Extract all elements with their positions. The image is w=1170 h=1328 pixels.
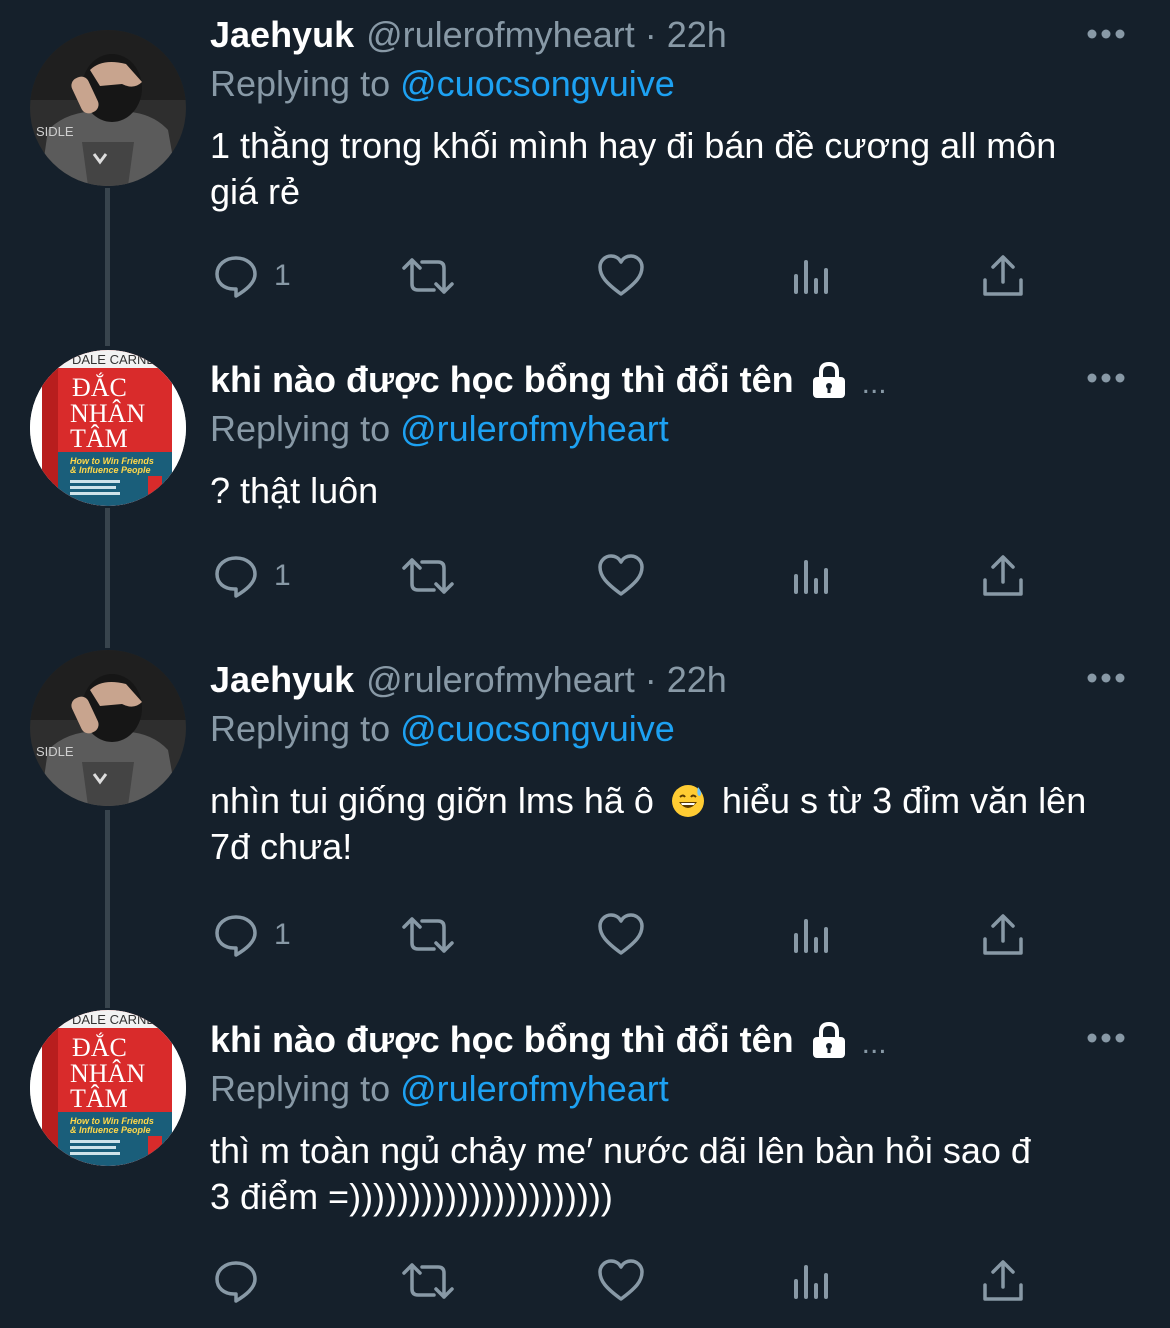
tweet-text-line: thì m toàn ngủ chảy me′ nước dãi lên bàn… (210, 1130, 1031, 1171)
heart-icon (598, 1259, 644, 1301)
truncation-ellipsis: ... (861, 1027, 887, 1060)
tweet-text: thì m toàn ngủ chảy me′ nước dãi lên bàn… (210, 1128, 1140, 1220)
avatar[interactable]: DALE CARNEGIE ĐẮC NHÂN TÂM How to Win Fr… (30, 1010, 186, 1166)
share-icon (983, 1260, 1023, 1301)
replying-to-label: Replying to (210, 1068, 391, 1109)
reply-icon (215, 1261, 257, 1303)
action-bar (212, 1255, 1042, 1307)
display-name[interactable]: khi nào được học bổng thì đổi tên (210, 1019, 794, 1061)
retweet-icon (402, 1263, 454, 1299)
analytics-icon (794, 1265, 828, 1299)
analytics-button[interactable] (790, 1255, 834, 1307)
tweet-text-line: 3 điểm =)))))))))))))))))))))) (210, 1176, 613, 1217)
book-title-line: TÂM (70, 1084, 128, 1113)
book-subtitle: & Influence People (70, 1125, 151, 1135)
reply-button[interactable] (212, 1255, 274, 1307)
share-button[interactable] (980, 1255, 1026, 1307)
like-button[interactable] (596, 1255, 646, 1307)
mention-link[interactable]: @rulerofmyheart (400, 1068, 669, 1109)
retweet-button[interactable] (398, 1255, 458, 1307)
more-options-icon[interactable] (1080, 1028, 1132, 1048)
tweet[interactable]: DALE CARNEGIE ĐẮC NHÂN TÂM How to Win Fr… (0, 0, 1170, 1328)
tweet-header: khi nào được học bổng thì đổi tên ... (210, 1015, 887, 1065)
book-cover-avatar-icon: DALE CARNEGIE ĐẮC NHÂN TÂM How to Win Fr… (30, 1010, 186, 1166)
book-title-line: ĐẮC (72, 1033, 127, 1062)
lock-icon (812, 1021, 845, 1058)
replying-to-line: Replying to @rulerofmyheart (210, 1065, 669, 1113)
book-author: DALE CARNEGIE (72, 1012, 178, 1027)
